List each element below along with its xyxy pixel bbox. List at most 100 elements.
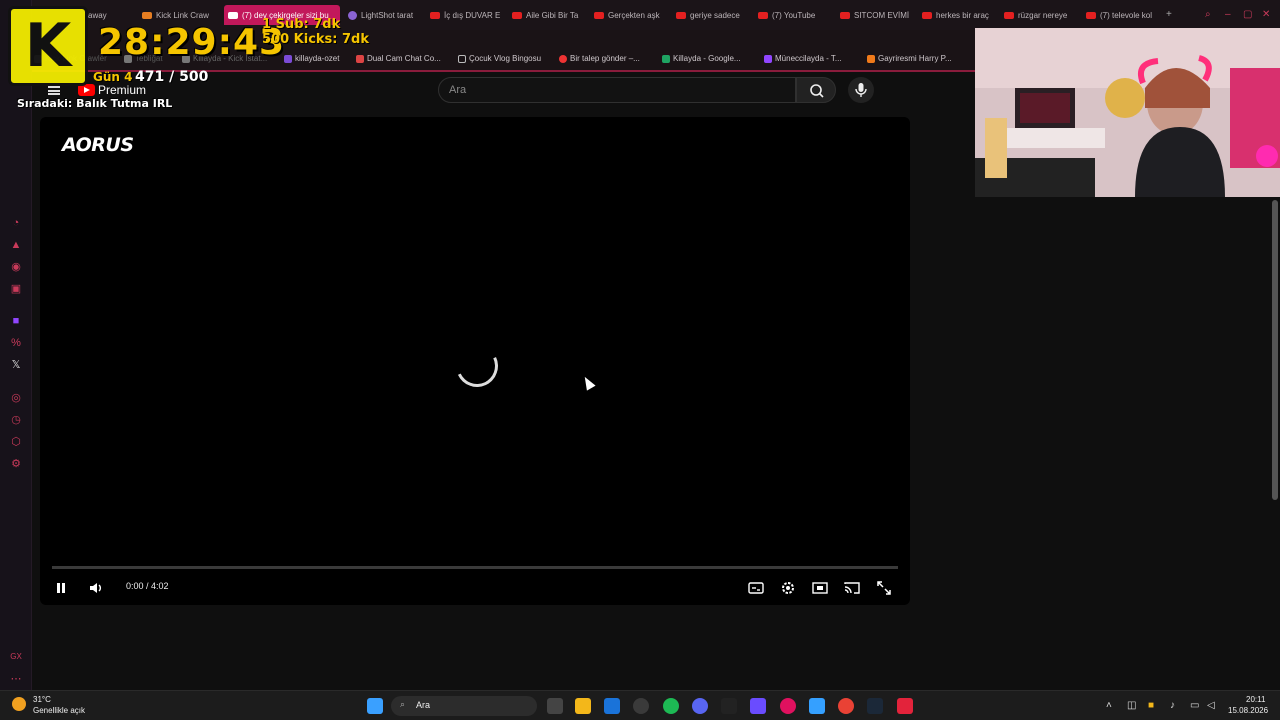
kick-logo-letter: K bbox=[24, 11, 72, 81]
network-icon[interactable]: ▭ bbox=[1190, 700, 1199, 711]
discord-icon[interactable] bbox=[692, 698, 708, 714]
tray-overflow-icon[interactable]: ˄ bbox=[1106, 700, 1112, 711]
opera-gx-icon[interactable] bbox=[780, 698, 796, 714]
time-display: 0:00 / 4:02 bbox=[126, 581, 169, 591]
speed-dial-icon[interactable]: ◔ bbox=[9, 216, 23, 230]
tray-folder-icon[interactable]: ■ bbox=[1148, 700, 1154, 711]
youtube-icon bbox=[430, 11, 440, 19]
history-icon[interactable]: ◷ bbox=[9, 413, 23, 427]
youtube-icon bbox=[676, 11, 686, 19]
player-icon[interactable]: ◎ bbox=[9, 391, 23, 405]
outlook-icon[interactable] bbox=[604, 698, 620, 714]
task-view-icon[interactable] bbox=[547, 698, 563, 714]
kick-logo: K bbox=[8, 6, 88, 86]
bookmark[interactable]: Killayda - Google... bbox=[662, 54, 741, 63]
app-icon[interactable] bbox=[721, 698, 737, 714]
brand-overlay: AORUS bbox=[62, 134, 134, 156]
miniplayer-button[interactable] bbox=[811, 579, 829, 597]
weather-temp: 31°C bbox=[33, 695, 51, 704]
tab[interactable]: Gerçekten aşk bbox=[594, 6, 664, 24]
whatsapp-icon[interactable]: ▣ bbox=[9, 282, 23, 296]
youtube-icon bbox=[758, 11, 768, 19]
close-icon[interactable]: ✕ bbox=[1262, 10, 1272, 20]
subtitles-button[interactable] bbox=[747, 579, 765, 597]
minimize-icon[interactable]: – bbox=[1225, 10, 1235, 20]
bookmark-label: Çocuk Vlog Bingosu bbox=[469, 54, 542, 63]
tab[interactable]: herkes bir araç bbox=[922, 6, 992, 24]
premium-label: Premium bbox=[98, 83, 147, 97]
bookmark-icon bbox=[867, 54, 875, 63]
drive-icon bbox=[662, 54, 670, 63]
shopping-icon[interactable]: ▲ bbox=[9, 238, 23, 252]
tab[interactable]: (7) YouTube bbox=[758, 6, 828, 24]
speaker-icon[interactable]: ◁ bbox=[1207, 700, 1215, 711]
bookmark[interactable]: killayda-ozet bbox=[284, 54, 339, 63]
tab-label: (7) televole kol bbox=[1100, 10, 1153, 20]
gx-icon[interactable]: GX bbox=[9, 650, 23, 664]
progress-bar[interactable] bbox=[52, 566, 898, 569]
loading-spinner-icon bbox=[450, 339, 504, 393]
app-icon[interactable] bbox=[897, 698, 913, 714]
youtube-icon bbox=[512, 11, 522, 19]
chrome-icon[interactable] bbox=[838, 698, 854, 714]
bookmark[interactable]: Çocuk Vlog Bingosu bbox=[458, 54, 541, 63]
tray-mic-icon[interactable]: ♪ bbox=[1170, 700, 1175, 711]
page-scrollbar[interactable] bbox=[1272, 200, 1278, 500]
start-icon[interactable] bbox=[367, 698, 383, 714]
cast-button[interactable] bbox=[843, 579, 861, 597]
taskbar: 31°C Genellikle açık ⌕ Ara ˄ ◫ ■ ♪ ▭ ◁ 2… bbox=[0, 690, 1280, 720]
video-player[interactable]: AORUS 0:00 / 4:02 bbox=[40, 117, 910, 605]
bookmark-icon bbox=[356, 54, 364, 63]
taskbar-search[interactable] bbox=[391, 696, 537, 716]
tray-app-icon[interactable]: ◫ bbox=[1127, 700, 1136, 711]
bookmark[interactable]: Müneccilayda - T... bbox=[764, 54, 842, 63]
bookmark-icon bbox=[284, 54, 292, 63]
tab[interactable]: (7) televole kol bbox=[1086, 6, 1162, 24]
search-input[interactable]: Ara bbox=[438, 77, 796, 103]
menu-icon[interactable] bbox=[48, 86, 60, 95]
tab[interactable]: İç dış DUVAR E bbox=[430, 6, 500, 24]
tab[interactable]: Aile Gibi Bir Ta bbox=[512, 6, 582, 24]
bookmark[interactable]: Dual Cam Chat Co... bbox=[356, 54, 441, 63]
tab-label: LightShot tarat bbox=[361, 10, 414, 20]
steam-icon[interactable] bbox=[867, 698, 883, 714]
file-explorer-icon[interactable] bbox=[575, 698, 591, 714]
search-tabs-icon[interactable]: ⌕ bbox=[1205, 10, 1215, 20]
bookmark-label: Bir talep gönder –... bbox=[570, 54, 640, 63]
clock-date[interactable]: 15.08.2026 bbox=[1228, 706, 1268, 715]
weather-icon[interactable] bbox=[12, 697, 26, 711]
next-segment: Sıradaki: Balık Tutma IRL bbox=[17, 97, 173, 110]
settings-button[interactable] bbox=[779, 579, 797, 597]
bookmark-label: Dual Cam Chat Co... bbox=[367, 54, 441, 63]
tab[interactable]: geriye sadece bbox=[676, 6, 746, 24]
bookmark[interactable]: Bir talep gönder –... bbox=[559, 54, 640, 63]
spotify-icon[interactable] bbox=[663, 698, 679, 714]
messenger-icon[interactable]: ◉ bbox=[9, 260, 23, 274]
app-icon[interactable] bbox=[633, 698, 649, 714]
more-icon[interactable]: ⋯ bbox=[9, 672, 23, 686]
notepad-icon[interactable] bbox=[809, 698, 825, 714]
clock-time[interactable]: 20:11 bbox=[1246, 695, 1265, 704]
tab[interactable]: rüzgar nereye bbox=[1004, 6, 1074, 24]
sub-goal: 1 Sub: 7dk bbox=[262, 17, 341, 32]
volume-button[interactable] bbox=[87, 579, 105, 597]
app-grid-icon[interactable] bbox=[750, 698, 766, 714]
day-label: Gün 4 bbox=[93, 70, 133, 84]
new-tab-icon[interactable]: + bbox=[1166, 10, 1176, 20]
tab[interactable]: LightShot tarat bbox=[348, 6, 418, 24]
taskbar-search-label: Ara bbox=[416, 700, 431, 710]
x-icon[interactable]: 𝕏 bbox=[9, 358, 23, 372]
extensions-icon[interactable]: ⬡ bbox=[9, 435, 23, 449]
twitch-icon[interactable]: ■ bbox=[9, 314, 23, 328]
bookmark-label: Müneccilayda - T... bbox=[775, 54, 842, 63]
voice-search-button[interactable] bbox=[848, 77, 874, 103]
search-button[interactable] bbox=[796, 77, 836, 103]
maximize-icon[interactable]: ▢ bbox=[1243, 10, 1253, 20]
tab[interactable]: SITCOM EVİMİ bbox=[840, 6, 910, 24]
fullscreen-button[interactable] bbox=[875, 579, 893, 597]
settings-icon[interactable]: ⚙ bbox=[9, 457, 23, 471]
percent-icon[interactable]: % bbox=[9, 336, 23, 350]
pause-button[interactable] bbox=[52, 579, 70, 597]
youtube-icon bbox=[228, 11, 238, 19]
bookmark[interactable]: Gayriresmi Harry P... bbox=[867, 54, 952, 63]
